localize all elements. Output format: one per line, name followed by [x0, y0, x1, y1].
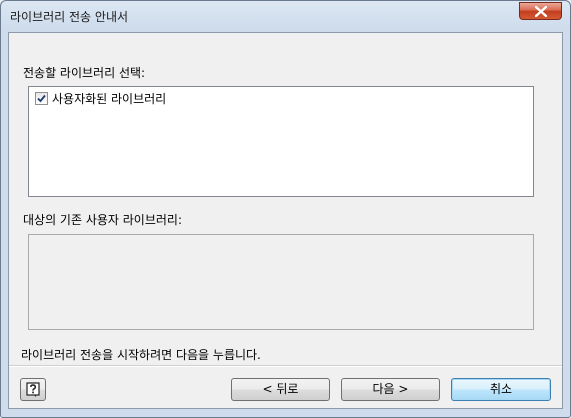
title-bar: 라이브러리 전송 안내서	[1, 1, 570, 32]
list-item[interactable]: 사용자화된 라이브러리	[35, 90, 166, 107]
back-button[interactable]: < 뒤로	[231, 378, 330, 401]
next-button[interactable]: 다음 >	[341, 378, 440, 401]
window-title: 라이브러리 전송 안내서	[10, 10, 129, 24]
target-library-label: 대상의 기존 사용자 라이브러리:	[23, 213, 183, 227]
source-library-list[interactable]: 사용자화된 라이브러리	[28, 86, 534, 197]
cancel-button[interactable]: 취소	[451, 378, 551, 401]
target-library-list[interactable]	[28, 234, 534, 330]
dialog-window: 라이브러리 전송 안내서 전송할 라이브러리 선택: 사용자화된 라이브러리 대…	[0, 0, 571, 418]
footer-separator	[9, 365, 562, 367]
checkmark-icon	[37, 94, 46, 103]
library-checkbox[interactable]	[35, 92, 48, 105]
help-icon	[26, 382, 40, 397]
close-button[interactable]	[519, 2, 562, 20]
library-item-label: 사용자화된 라이브러리	[52, 92, 167, 106]
dialog-content: 전송할 라이브러리 선택: 사용자화된 라이브러리 대상의 기존 사용자 라이브…	[8, 32, 563, 409]
close-icon	[535, 6, 547, 17]
source-library-label: 전송할 라이브러리 선택:	[23, 66, 146, 80]
instruction-text: 라이브러리 전송을 시작하려면 다음을 누릅니다.	[21, 348, 261, 362]
help-button[interactable]	[20, 378, 46, 401]
